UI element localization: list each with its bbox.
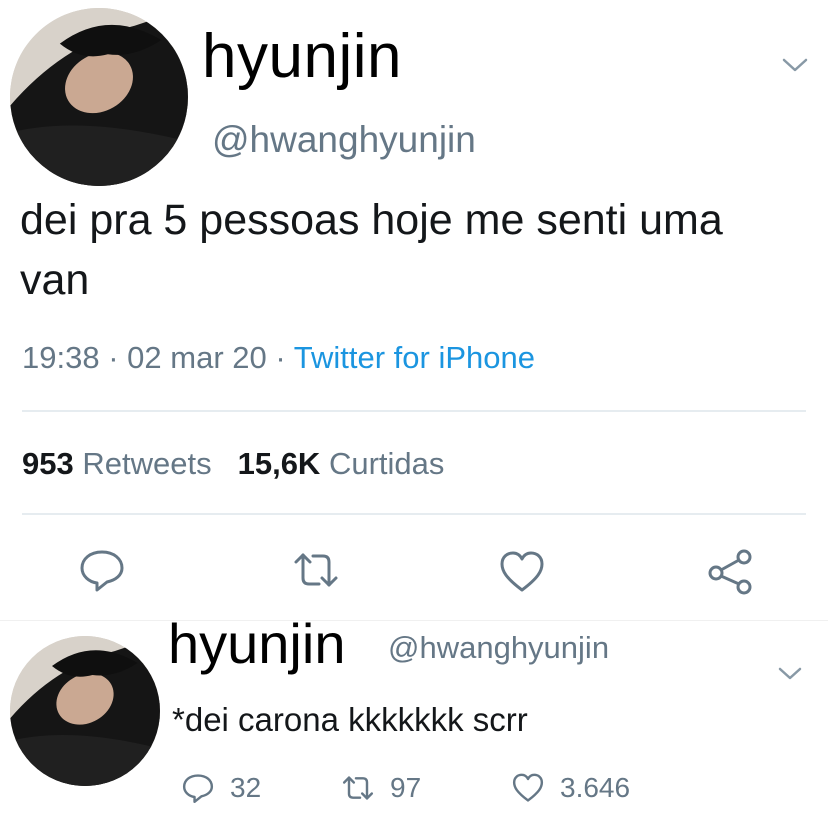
section-divider xyxy=(0,620,828,621)
likes-count: 15,6K xyxy=(237,446,321,481)
retweets-count: 953 xyxy=(22,446,74,481)
avatar-photo xyxy=(10,8,188,186)
divider xyxy=(22,410,806,412)
user-handle[interactable]: @hwanghyunjin xyxy=(212,118,476,162)
share-icon[interactable] xyxy=(704,546,756,598)
retweet-count: 97 xyxy=(390,772,422,803)
tweet-meta: 19:38 · 02 mar 20 · Twitter for iPhone xyxy=(22,338,535,378)
meta-separator: · xyxy=(108,340,119,375)
reply-user-handle[interactable]: @hwanghyunjin xyxy=(388,628,609,668)
like-icon xyxy=(510,770,546,806)
like-count: 3.646 xyxy=(560,772,631,803)
chevron-down-icon[interactable] xyxy=(776,664,804,684)
reply-avatar[interactable] xyxy=(10,636,160,786)
tweet-source-link[interactable]: Twitter for iPhone xyxy=(294,340,535,375)
display-name[interactable]: hyunjin xyxy=(202,22,402,92)
reply-icon xyxy=(180,770,216,806)
like-action[interactable]: 3.646 xyxy=(510,766,630,810)
retweet-action[interactable]: 97 xyxy=(340,766,421,810)
reply-tweet-text: *dei carona kkkkkkk scrr xyxy=(172,701,528,738)
likes-label: Curtidas xyxy=(328,446,445,481)
tweet-text: dei pra 5 pessoas hoje me senti uma van xyxy=(20,196,723,304)
retweet-icon[interactable] xyxy=(290,544,342,596)
chevron-down-icon[interactable] xyxy=(780,54,810,76)
avatar[interactable] xyxy=(10,8,188,186)
meta-separator: · xyxy=(275,340,286,375)
like-icon[interactable] xyxy=(496,546,548,598)
tweet-stats: 953 Retweets 15,6K Curtidas xyxy=(22,444,444,484)
tweet-date[interactable]: 02 mar 20 xyxy=(127,340,267,375)
divider xyxy=(22,513,806,515)
reply-count: 32 xyxy=(230,772,262,803)
tweet-time: 19:38 xyxy=(22,340,100,375)
avatar-photo xyxy=(10,636,160,786)
retweets-label: Retweets xyxy=(82,446,212,481)
reply-icon[interactable] xyxy=(76,544,128,596)
reply-display-name[interactable]: hyunjin xyxy=(168,612,345,676)
retweet-icon xyxy=(340,770,376,806)
reply-action[interactable]: 32 xyxy=(180,766,261,810)
likes-stat[interactable]: 15,6K Curtidas xyxy=(238,446,445,481)
retweets-stat[interactable]: 953 Retweets xyxy=(22,446,212,481)
